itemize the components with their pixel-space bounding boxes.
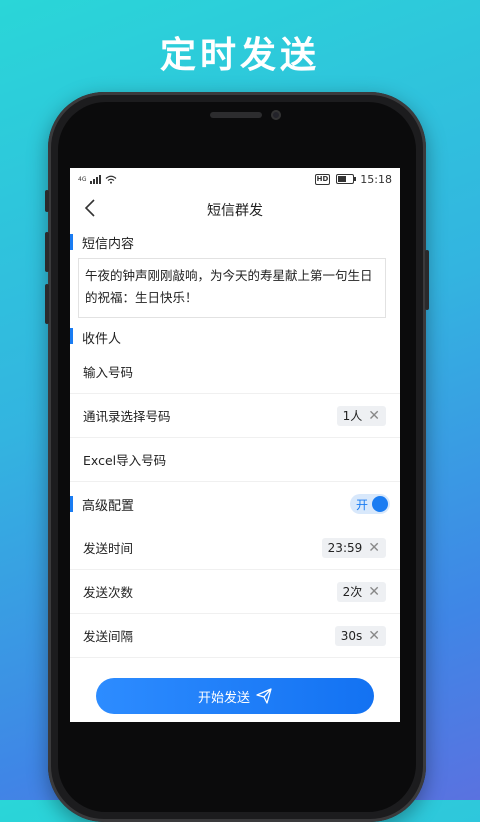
contacts-select-row[interactable]: 通讯录选择号码 1人 ✕ xyxy=(70,394,400,438)
advanced-toggle[interactable]: 开 xyxy=(350,494,390,514)
section-title-advanced: 高级配置 xyxy=(82,498,135,514)
volume-button xyxy=(45,190,49,212)
excel-import-label: Excel导入号码 xyxy=(83,453,167,468)
input-number-label: 输入号码 xyxy=(83,365,134,380)
page-title: 短信群发 xyxy=(207,203,263,219)
send-count-chip[interactable]: 2次 ✕ xyxy=(336,581,386,602)
send-interval-row[interactable]: 发送间隔 30s ✕ xyxy=(70,614,400,658)
volume-down-button xyxy=(45,284,49,324)
sms-content-section: 短信内容 xyxy=(70,230,400,254)
nav-bar: 短信群发 xyxy=(70,190,400,230)
section-accent-bar xyxy=(70,496,73,512)
clear-icon[interactable]: ✕ xyxy=(368,585,380,599)
clear-icon[interactable]: ✕ xyxy=(368,629,380,643)
clear-icon[interactable]: ✕ xyxy=(368,541,380,555)
send-interval-value: 30s xyxy=(340,628,363,643)
phone-speaker xyxy=(210,112,262,118)
signal-icon xyxy=(90,174,102,184)
send-count-label: 发送次数 xyxy=(83,585,134,600)
chevron-left-icon[interactable] xyxy=(84,198,96,223)
volume-up-button xyxy=(45,232,49,272)
start-send-label: 开始发送 xyxy=(197,690,250,706)
status-bar: 4G HD 15:18 xyxy=(70,168,400,190)
section-title-sms: 短信内容 xyxy=(82,236,135,252)
section-title-recipients: 收件人 xyxy=(82,331,122,347)
hd-badge: HD xyxy=(314,173,331,185)
section-accent-bar xyxy=(70,234,73,250)
toggle-label: 开 xyxy=(356,497,369,512)
message-textarea[interactable]: 午夜的钟声刚刚敲响，为今天的寿星献上第一句生日的祝福：生日快乐！ xyxy=(78,258,386,318)
recipients-section: 收件人 xyxy=(70,324,400,350)
network-type: 4G xyxy=(78,175,87,183)
send-time-value: 23:59 xyxy=(327,540,363,555)
send-count-row[interactable]: 发送次数 2次 ✕ xyxy=(70,570,400,614)
start-send-button[interactable]: 开始发送 xyxy=(96,678,374,714)
section-accent-bar xyxy=(70,328,73,344)
power-button xyxy=(425,250,429,310)
battery-icon xyxy=(336,174,357,184)
send-time-label: 发送时间 xyxy=(83,541,134,556)
promo-headline: 定时发送 xyxy=(159,35,320,76)
toggle-knob xyxy=(372,496,388,512)
contacts-count: 1人 xyxy=(342,409,363,423)
paper-plane-icon xyxy=(256,688,272,704)
send-interval-chip[interactable]: 30s ✕ xyxy=(334,625,386,646)
excel-import-row[interactable]: Excel导入号码 xyxy=(70,438,400,482)
send-count-value: 2次 xyxy=(342,585,363,599)
send-interval-label: 发送间隔 xyxy=(83,629,134,644)
status-time: 15:18 xyxy=(360,172,392,186)
contacts-label: 通讯录选择号码 xyxy=(83,409,171,424)
advanced-config-section: 高级配置 开 xyxy=(70,482,400,526)
front-camera-icon xyxy=(271,110,281,120)
wifi-icon xyxy=(106,175,117,184)
send-time-chip[interactable]: 23:59 ✕ xyxy=(321,537,386,558)
phone-screen: 4G HD 15:18 短信群发 短信内容 午夜的钟声刚刚敲响，为今天的寿星献上… xyxy=(70,168,400,722)
contacts-count-chip[interactable]: 1人 ✕ xyxy=(336,405,386,426)
phone-number-input[interactable]: 输入号码 xyxy=(70,350,400,394)
clear-icon[interactable]: ✕ xyxy=(368,409,380,423)
send-time-row[interactable]: 发送时间 23:59 ✕ xyxy=(70,526,400,570)
